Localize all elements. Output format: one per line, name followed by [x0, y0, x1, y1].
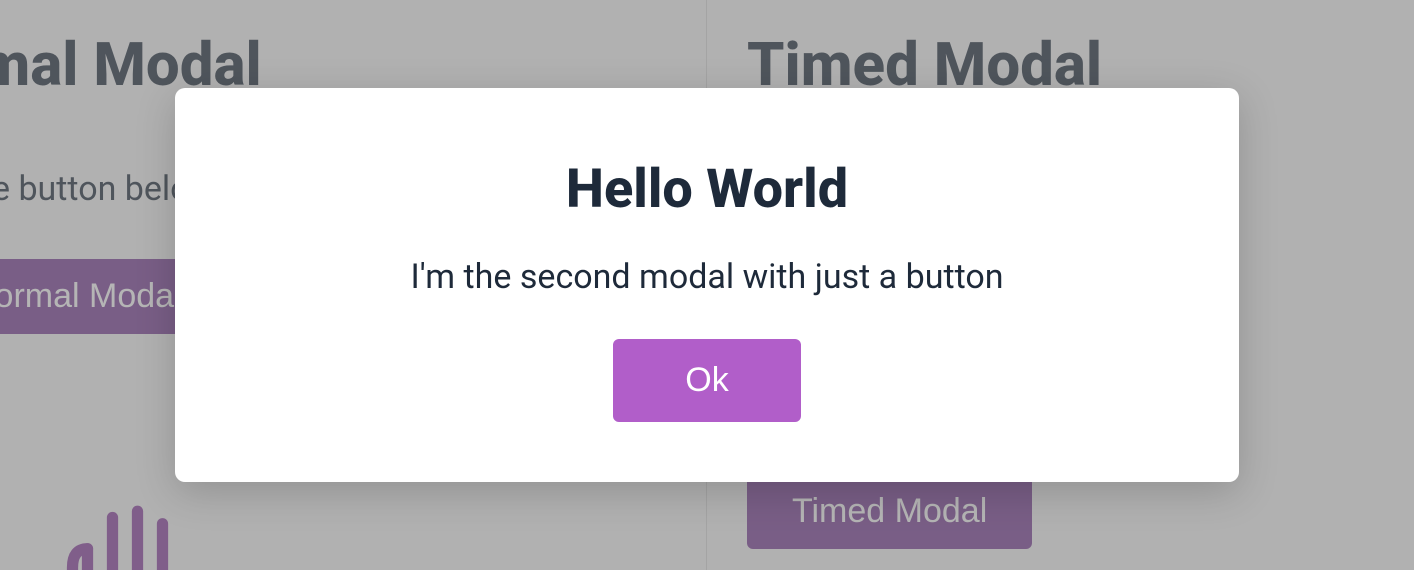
modal-dialog: Hello World I'm the second modal with ju…: [175, 88, 1239, 482]
ok-button[interactable]: Ok: [613, 339, 800, 422]
modal-body-text: I'm the second modal with just a button: [215, 257, 1199, 297]
modal-overlay[interactable]: Hello World I'm the second modal with ju…: [0, 0, 1414, 570]
modal-title: Hello World: [215, 158, 1199, 221]
